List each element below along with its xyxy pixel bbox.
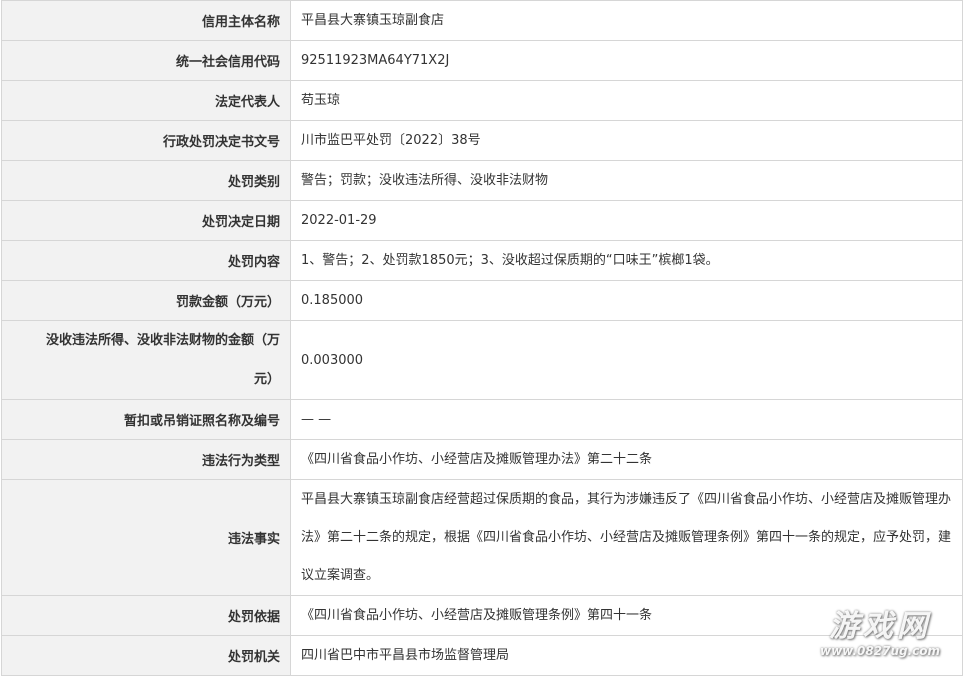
row-label-line1: 没收违法所得、没收非法财物的金额（万 <box>45 333 280 348</box>
row-label: 罚款金额（万元） <box>1 280 291 321</box>
row-value: 苟玉琼 <box>290 80 963 121</box>
row-label: 处罚机关 <box>1 635 291 676</box>
table-row: 罚款金额（万元） 0.185000 <box>1 280 963 321</box>
row-value: 1、警告；2、处罚款1850元；3、没收超过保质期的“口味王”槟榔1袋。 <box>290 240 963 281</box>
row-label: 处罚依据 <box>1 595 291 636</box>
table-row: 处罚内容 1、警告；2、处罚款1850元；3、没收超过保质期的“口味王”槟榔1袋… <box>1 240 963 281</box>
site-watermark-logo: 游戏网 www.0827ug.com <box>805 610 955 660</box>
table-row: 信用主体名称 平昌县大寨镇玉琼副食店 <box>1 0 963 41</box>
table-row: 法定代表人 苟玉琼 <box>1 80 963 121</box>
row-value: 92511923MA64Y71X2J <box>290 40 963 81</box>
table-row: 暂扣或吊销证照名称及编号 — — <box>1 399 963 440</box>
row-value: 0.185000 <box>290 280 963 321</box>
row-label: 信用主体名称 <box>1 0 291 41</box>
row-value: 2022-01-29 <box>290 200 963 241</box>
row-value: 川市监巴平处罚〔2022〕38号 <box>290 120 963 161</box>
watermark-title: 游戏网 <box>829 609 931 644</box>
row-label: 行政处罚决定书文号 <box>1 120 291 161</box>
row-value: 平昌县大寨镇玉琼副食店 <box>290 0 963 41</box>
penalty-info-table: 信用主体名称 平昌县大寨镇玉琼副食店 统一社会信用代码 92511923MA64… <box>1 0 963 676</box>
table-row: 统一社会信用代码 92511923MA64Y71X2J <box>1 40 963 81</box>
table-row: 没收违法所得、没收非法财物的金额（万 元） 0.003000 <box>1 320 963 400</box>
table-row: 处罚类别 警告；罚款；没收违法所得、没收非法财物 <box>1 160 963 201</box>
table-row: 违法行为类型 《四川省食品小作坊、小经营店及摊贩管理办法》第二十二条 <box>1 439 963 480</box>
row-label: 法定代表人 <box>1 80 291 121</box>
table-row: 行政处罚决定书文号 川市监巴平处罚〔2022〕38号 <box>1 120 963 161</box>
row-label-line2: 元） <box>253 372 280 387</box>
row-label: 处罚类别 <box>1 160 291 201</box>
row-value: 警告；罚款；没收违法所得、没收非法财物 <box>290 160 963 201</box>
row-value: 平昌县大寨镇玉琼副食店经营超过保质期的食品，其行为涉嫌违反了《四川省食品小作坊、… <box>290 479 963 596</box>
watermark-url: www.0827ug.com <box>820 644 940 658</box>
row-label: 处罚决定日期 <box>1 200 291 241</box>
row-label: 统一社会信用代码 <box>1 40 291 81</box>
row-label: 暂扣或吊销证照名称及编号 <box>1 399 291 440</box>
row-label: 违法行为类型 <box>1 439 291 480</box>
row-label: 违法事实 <box>1 479 291 596</box>
row-value: 《四川省食品小作坊、小经营店及摊贩管理办法》第二十二条 <box>290 439 963 480</box>
row-value: — — <box>290 399 963 440</box>
row-label: 没收违法所得、没收非法财物的金额（万 元） <box>1 320 291 400</box>
table-row: 处罚决定日期 2022-01-29 <box>1 200 963 241</box>
row-label: 处罚内容 <box>1 240 291 281</box>
table-row: 违法事实 平昌县大寨镇玉琼副食店经营超过保质期的食品，其行为涉嫌违反了《四川省食… <box>1 479 963 596</box>
row-value: 0.003000 <box>290 320 963 400</box>
